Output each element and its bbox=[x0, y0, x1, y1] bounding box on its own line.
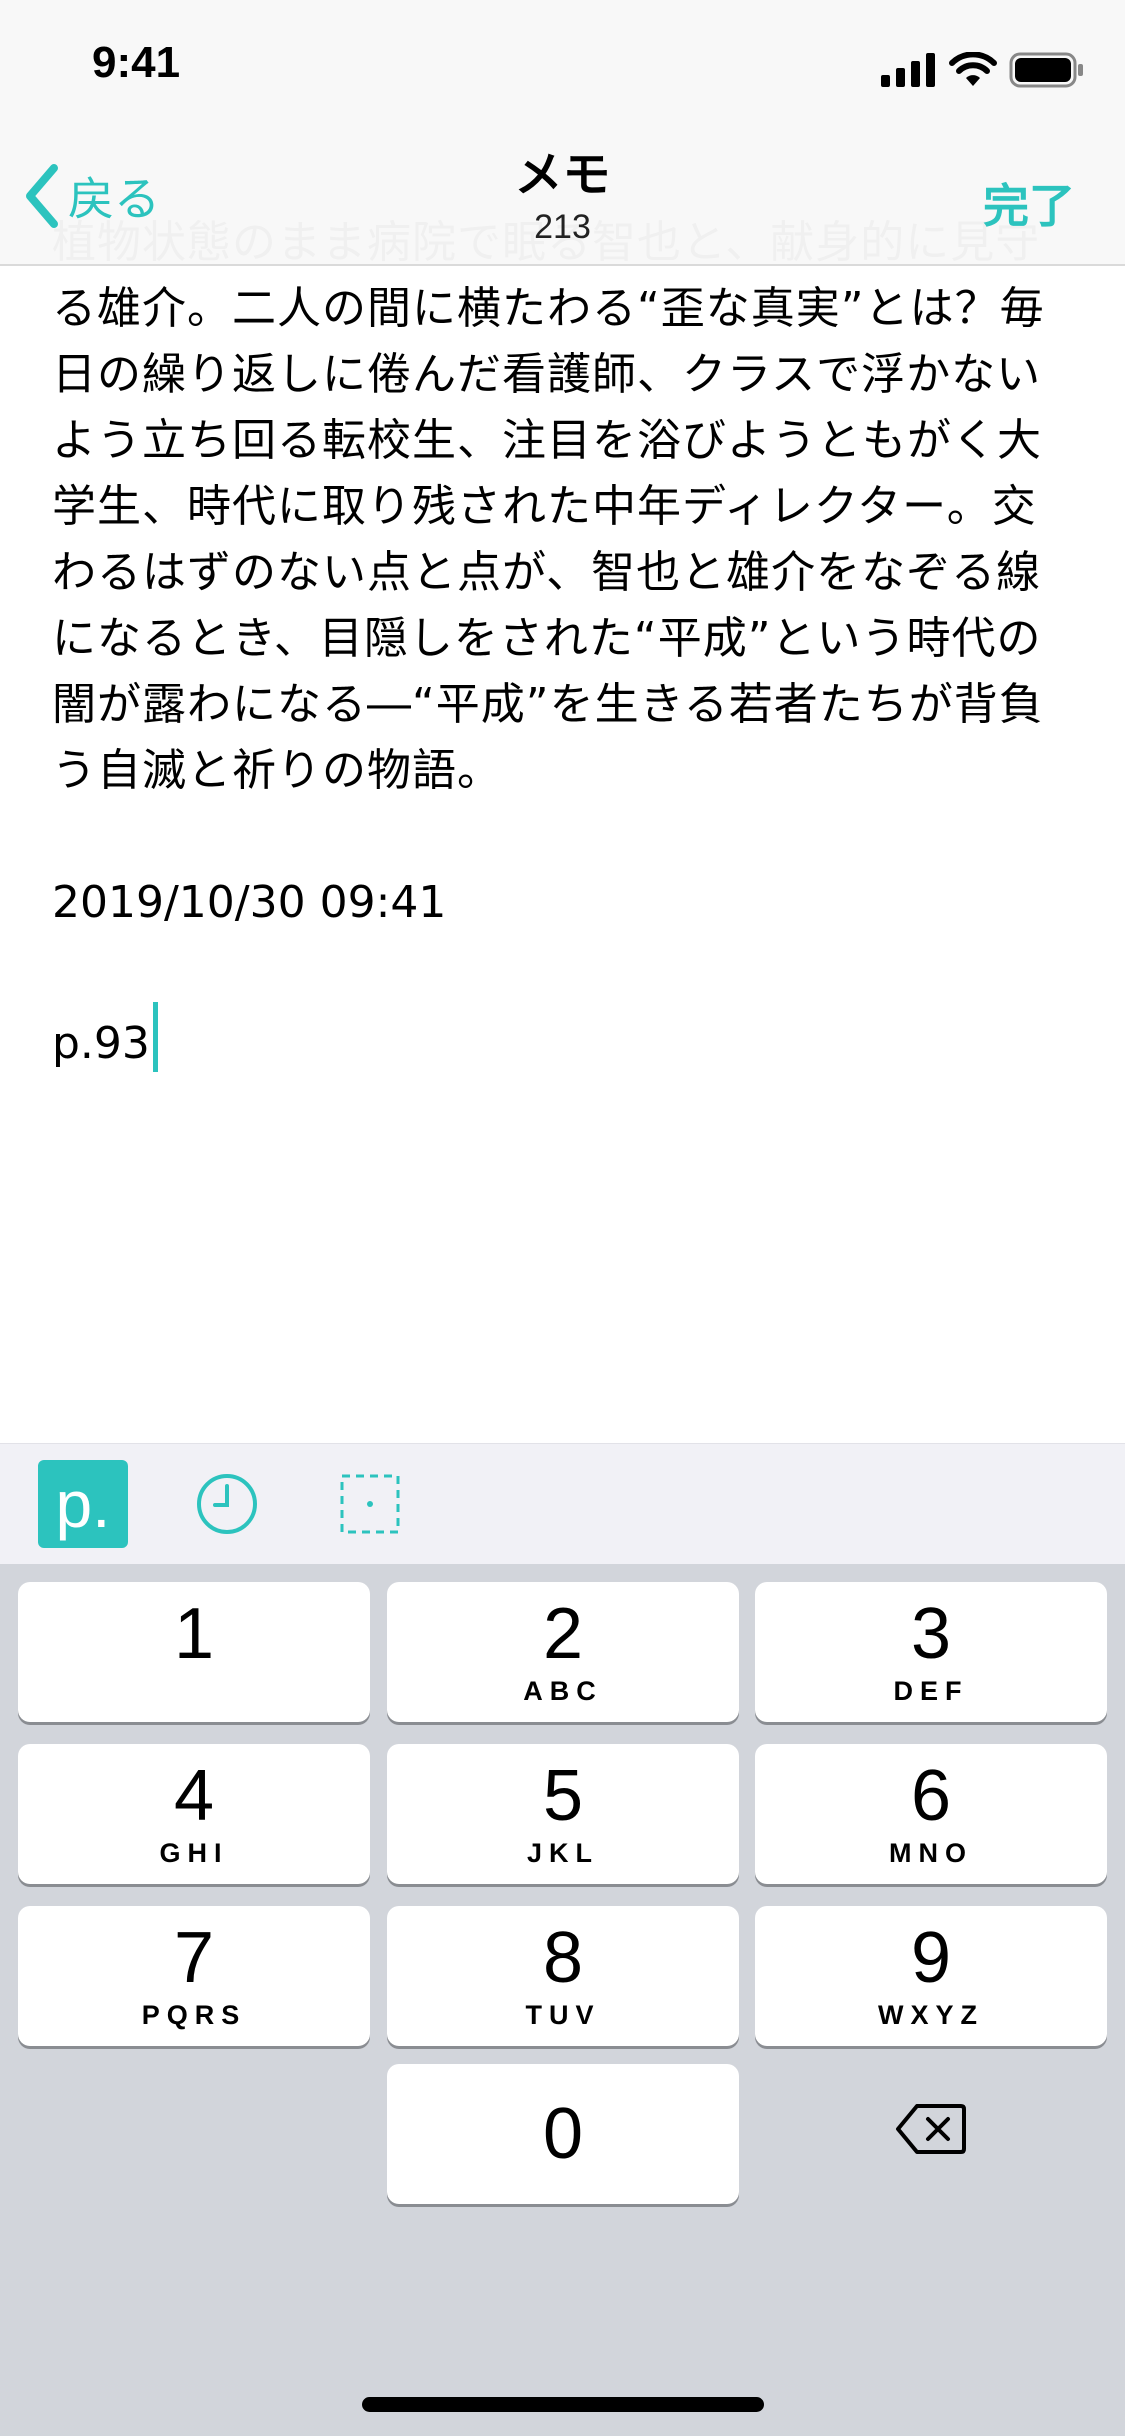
memo-page-ref: p.93 bbox=[52, 1018, 150, 1069]
character-count: 213 bbox=[534, 208, 591, 246]
key-2[interactable]: 2 ABC bbox=[387, 1582, 739, 1722]
key-0[interactable]: 0 bbox=[387, 2064, 739, 2204]
key-number: 7 bbox=[173, 1918, 215, 1998]
key-letters: WXYZ bbox=[878, 2000, 984, 2030]
status-time: 9:41 bbox=[92, 38, 181, 87]
status-icons bbox=[881, 50, 1085, 90]
key-7[interactable]: 7 PQRS bbox=[18, 1906, 370, 2046]
key-letters: GHI bbox=[159, 1838, 229, 1868]
delete-backspace-icon bbox=[896, 2104, 966, 2154]
key-letters: MNO bbox=[889, 1838, 973, 1868]
memo-text-area[interactable]: 植物状態のまま病院で眠る智也と、献身的に見守る雄介。二人の間に横たわる“歪な真実… bbox=[52, 210, 1062, 1440]
selection-frame-button[interactable] bbox=[325, 1460, 415, 1548]
key-3[interactable]: 3 DEF bbox=[755, 1582, 1107, 1722]
key-number: 6 bbox=[910, 1756, 952, 1836]
key-9[interactable]: 9 WXYZ bbox=[755, 1906, 1107, 2046]
key-number: 5 bbox=[542, 1756, 584, 1836]
memo-timestamp: 2019/10/30 09:41 bbox=[52, 877, 447, 928]
key-letters: TUV bbox=[525, 2000, 601, 2030]
battery-icon bbox=[1009, 52, 1083, 88]
key-5[interactable]: 5 JKL bbox=[387, 1744, 739, 1884]
key-1[interactable]: 1 bbox=[18, 1582, 370, 1722]
input-accessory-toolbar: p. bbox=[0, 1443, 1125, 1564]
key-6[interactable]: 6 MNO bbox=[755, 1744, 1107, 1884]
page-insert-button[interactable]: p. bbox=[38, 1460, 128, 1548]
key-number: 1 bbox=[173, 1594, 215, 1674]
number-pad-keyboard: 1 2 ABC 3 DEF 4 GHI 5 JKL 6 MNO 7 PQRS 8 bbox=[0, 1564, 1125, 2436]
key-letters: PQRS bbox=[141, 2000, 247, 2030]
delete-key[interactable] bbox=[755, 2059, 1107, 2199]
key-8[interactable]: 8 TUV bbox=[387, 1906, 739, 2046]
key-number: 2 bbox=[542, 1594, 584, 1674]
text-caret bbox=[152, 1002, 158, 1072]
key-number: 4 bbox=[173, 1756, 215, 1836]
home-indicator[interactable] bbox=[362, 2397, 764, 2412]
key-letters: ABC bbox=[523, 1676, 603, 1706]
dotted-frame-icon bbox=[340, 1474, 400, 1534]
key-number: 8 bbox=[542, 1918, 584, 1998]
wifi-icon bbox=[949, 52, 997, 86]
done-button[interactable]: 完了 bbox=[983, 170, 1075, 236]
page-insert-icon: p. bbox=[55, 1467, 111, 1541]
clock-icon bbox=[197, 1474, 257, 1534]
screen: 植物状態のまま病院で眠る智也と、献身的に見守る雄介。二人の間に横たわる“歪な真実… bbox=[0, 0, 1125, 2436]
insert-time-button[interactable] bbox=[182, 1460, 272, 1548]
navigation-header: 9:41 戻る メモ 213 完了 bbox=[0, 0, 1125, 266]
key-number: 3 bbox=[910, 1594, 952, 1674]
key-number: 9 bbox=[910, 1918, 952, 1998]
signal-icon bbox=[881, 53, 935, 87]
memo-paragraph: 植物状態のまま病院で眠る智也と、献身的に見守る雄介。二人の間に横たわる“歪な真実… bbox=[52, 217, 1045, 796]
key-4[interactable]: 4 GHI bbox=[18, 1744, 370, 1884]
key-letters: DEF bbox=[893, 1676, 969, 1706]
memo-page-line: p.93 bbox=[52, 1002, 1062, 1072]
key-letters: JKL bbox=[526, 1838, 599, 1868]
key-number: 0 bbox=[542, 2094, 584, 2174]
page-title: メモ bbox=[514, 147, 611, 203]
